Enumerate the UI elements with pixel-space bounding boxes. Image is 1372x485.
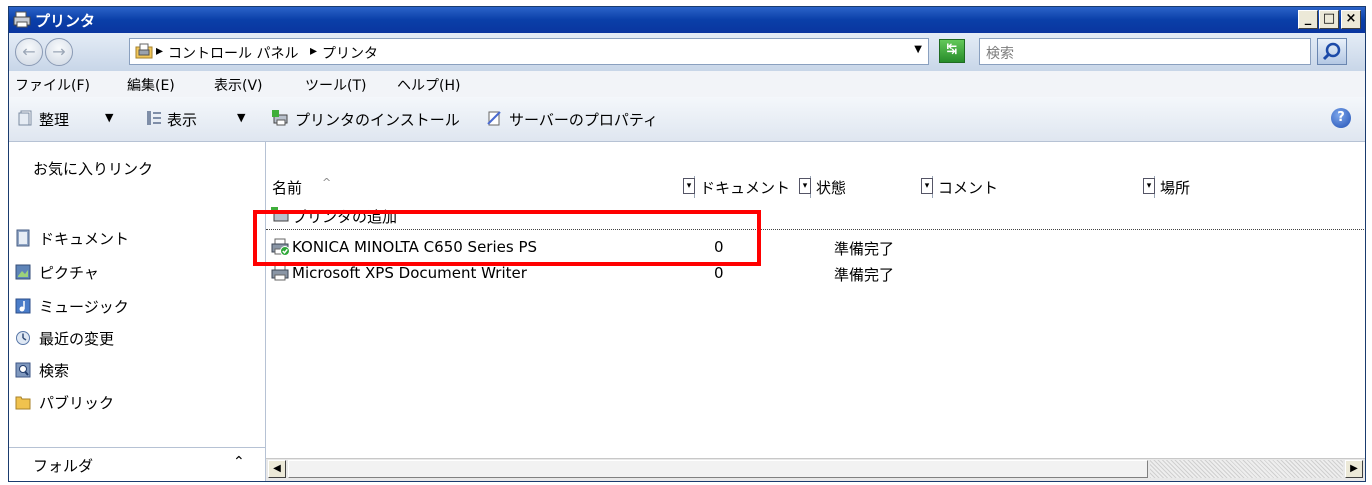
chevron-down-icon[interactable]: ▼ bbox=[914, 44, 922, 55]
printer-document-count: 0 bbox=[714, 264, 724, 282]
column-header-documents[interactable]: ドキュメント ▾ bbox=[694, 176, 811, 198]
maximize-button[interactable]: □ bbox=[1319, 10, 1339, 29]
nav-item-search[interactable]: 検索 bbox=[9, 356, 265, 384]
printer-row-konica[interactable]: KONICA MINOLTA C650 Series PS 0 準備完了 bbox=[266, 234, 1365, 260]
focus-divider bbox=[266, 229, 1365, 230]
menu-view[interactable]: 表示(V) bbox=[214, 75, 263, 95]
nav-item-pictures[interactable]: ピクチャ bbox=[9, 258, 265, 286]
column-header-status[interactable]: 状態 ▾ bbox=[810, 176, 933, 198]
help-icon[interactable]: ? bbox=[1331, 108, 1351, 128]
organize-icon bbox=[18, 110, 32, 126]
organize-button[interactable]: 整理 bbox=[39, 109, 69, 130]
install-printer-button[interactable]: プリンタのインストール bbox=[295, 109, 460, 130]
address-bar: ← → ▸ コントロール パネル ▸ プリンタ ▼ ↹ 検索 bbox=[9, 33, 1365, 72]
column-header-comment[interactable]: コメント ▾ bbox=[932, 176, 1155, 198]
sort-ascending-icon: ^ bbox=[322, 176, 332, 189]
printer-document-count: 0 bbox=[714, 238, 724, 256]
scrollbar-track[interactable] bbox=[1150, 460, 1343, 478]
nav-item-recent-changes[interactable]: 最近の変更 bbox=[9, 324, 265, 352]
view-button[interactable]: 表示 bbox=[167, 109, 197, 130]
public-folder-icon bbox=[15, 396, 31, 410]
server-properties-button[interactable]: サーバーのプロパティ bbox=[509, 109, 658, 130]
printer-icon bbox=[271, 264, 289, 281]
printer-list-pane: 名前 ^ ▾ ドキュメント ▾ 状態 ▾ コメント ▾ 場所 プリンタの追加 K… bbox=[266, 142, 1365, 481]
scroll-right-button[interactable]: ▶ bbox=[1345, 460, 1363, 478]
documents-icon bbox=[16, 229, 30, 247]
search-icon bbox=[1322, 42, 1341, 61]
add-printer-label: プリンタの追加 bbox=[292, 208, 398, 224]
crumb-separator-icon: ▸ bbox=[156, 43, 164, 59]
recent-changes-icon bbox=[16, 331, 30, 345]
printer-name: KONICA MINOLTA C650 Series PS bbox=[292, 238, 538, 256]
close-button[interactable]: × bbox=[1341, 10, 1361, 29]
window-title: プリンタ bbox=[35, 12, 96, 30]
horizontal-scrollbar[interactable]: ◀ ▶ bbox=[266, 458, 1365, 481]
search-folder-icon bbox=[15, 362, 31, 378]
printer-icon bbox=[271, 238, 290, 256]
install-printer-icon bbox=[272, 110, 288, 126]
music-icon bbox=[15, 298, 31, 314]
menu-file[interactable]: ファイル(F) bbox=[15, 75, 90, 95]
add-printer-icon bbox=[271, 207, 289, 222]
printers-folder-icon bbox=[135, 43, 153, 59]
menu-tools[interactable]: ツール(T) bbox=[305, 75, 366, 95]
forward-button[interactable]: → bbox=[45, 38, 73, 66]
folders-label: フォルダ bbox=[33, 457, 94, 475]
search-input[interactable]: 検索 bbox=[979, 38, 1311, 65]
pictures-icon bbox=[15, 264, 31, 280]
chevron-down-icon[interactable]: ▼ bbox=[105, 111, 113, 124]
chevron-up-icon[interactable]: ⌃ bbox=[233, 454, 245, 470]
breadcrumb-printers[interactable]: プリンタ bbox=[322, 43, 378, 63]
printer-status: 準備完了 bbox=[834, 240, 895, 258]
view-icon bbox=[147, 111, 161, 125]
address-field[interactable]: ▸ コントロール パネル ▸ プリンタ ▼ bbox=[129, 38, 929, 65]
scrollbar-thumb[interactable] bbox=[288, 460, 1148, 478]
command-toolbar: 整理 ▼ 表示 ▼ プリンタのインストール サーバーのプロパティ ? bbox=[9, 97, 1365, 142]
column-header-name[interactable]: 名前 ^ ▾ bbox=[266, 176, 695, 198]
printer-status: 準備完了 bbox=[834, 266, 895, 284]
chevron-down-icon[interactable]: ▼ bbox=[237, 111, 245, 124]
printer-app-icon bbox=[13, 11, 31, 28]
title-bar[interactable]: プリンタ _ □ × bbox=[9, 7, 1365, 33]
menu-bar: ファイル(F) 編集(E) 表示(V) ツール(T) ヘルプ(H) bbox=[9, 71, 1365, 97]
folders-toggle[interactable]: フォルダ ⌃ bbox=[9, 447, 265, 481]
printer-name: Microsoft XPS Document Writer bbox=[292, 264, 527, 282]
nav-item-documents[interactable]: ドキュメント bbox=[9, 224, 265, 252]
back-button[interactable]: ← bbox=[15, 38, 43, 66]
navigation-pane: お気に入りリンク ドキュメント ピクチャ ミュージック 最近の変更 検索 パブリ… bbox=[9, 142, 266, 481]
menu-help[interactable]: ヘルプ(H) bbox=[397, 75, 460, 95]
nav-item-music[interactable]: ミュージック bbox=[9, 292, 265, 320]
minimize-button[interactable]: _ bbox=[1298, 10, 1318, 29]
add-printer-item[interactable]: プリンタの追加 bbox=[266, 206, 1365, 224]
scroll-left-button[interactable]: ◀ bbox=[268, 460, 286, 478]
crumb-separator-icon: ▸ bbox=[310, 43, 318, 59]
printers-window: プリンタ _ □ × ← → ▸ コントロール パネル ▸ プリンタ ▼ ↹ 検… bbox=[8, 6, 1366, 482]
printer-row-xps[interactable]: Microsoft XPS Document Writer 0 準備完了 bbox=[266, 260, 1365, 286]
refresh-button[interactable]: ↹ bbox=[939, 39, 965, 63]
favorite-links-title: お気に入りリンク bbox=[33, 160, 154, 178]
search-button[interactable] bbox=[1317, 38, 1347, 65]
menu-edit[interactable]: 編集(E) bbox=[127, 75, 175, 95]
nav-item-public[interactable]: パブリック bbox=[9, 388, 265, 416]
column-header-location[interactable]: 場所 bbox=[1154, 176, 1364, 198]
breadcrumb-control-panel[interactable]: コントロール パネル bbox=[168, 43, 298, 63]
server-properties-icon bbox=[487, 111, 501, 126]
